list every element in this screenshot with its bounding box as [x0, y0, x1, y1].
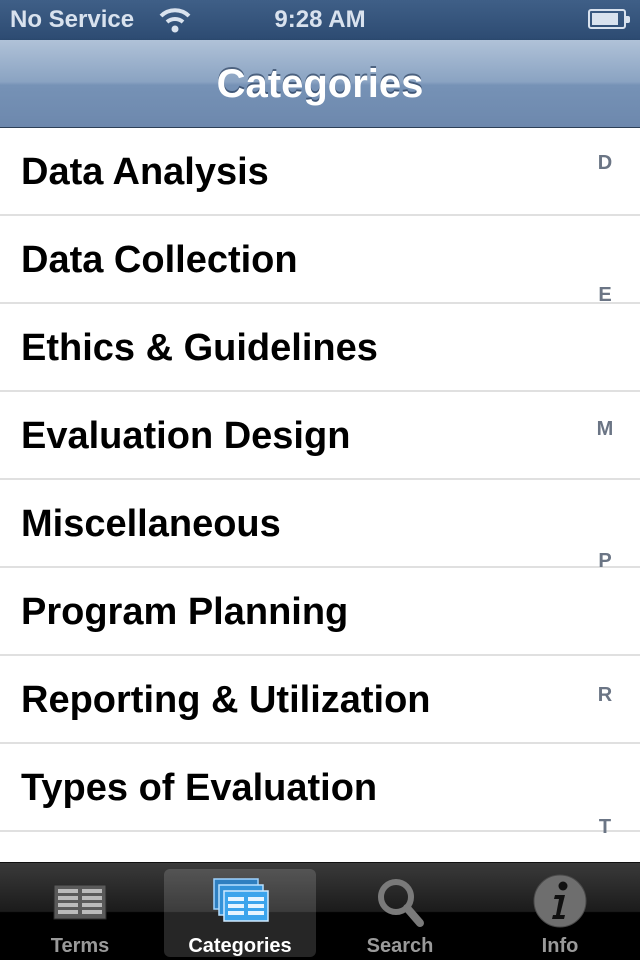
index-letter-m[interactable]: M	[590, 418, 620, 441]
list-item[interactable]: Ethics & Guidelines	[0, 304, 640, 392]
list-item-label: Evaluation Design	[21, 415, 351, 457]
list-item[interactable]: Miscellaneous	[0, 480, 640, 568]
list-item-label: Ethics & Guidelines	[21, 327, 378, 369]
list-item[interactable]: Reporting & Utilization	[0, 656, 640, 744]
info-icon	[533, 874, 587, 928]
index-letter-d[interactable]: D	[590, 152, 620, 175]
list-item-label: Types of Evaluation	[21, 767, 378, 809]
index-letter-r[interactable]: R	[590, 684, 620, 707]
list-item-label: Data Collection	[21, 239, 298, 281]
categories-icon	[213, 878, 269, 922]
tab-label: Search	[366, 935, 434, 957]
status-time: 9:28 AM	[274, 6, 366, 33]
index-letter-t[interactable]: T	[590, 816, 620, 839]
status-bar: No Service 9:28 AM	[0, 0, 640, 40]
navigation-bar: Categories	[0, 40, 640, 128]
categories-list[interactable]: Data Analysis Data Collection Ethics & G…	[0, 128, 640, 862]
list-item-label: Program Planning	[21, 591, 349, 633]
tab-bar: Terms Categories Search Info	[0, 862, 640, 960]
tab-terms[interactable]: Terms	[4, 869, 156, 957]
list-item[interactable]: Data Analysis	[0, 128, 640, 216]
tab-label: Categories	[188, 935, 292, 957]
list-item-label: Data Analysis	[21, 151, 269, 193]
page-title: Categories	[216, 62, 424, 106]
battery-icon	[588, 9, 630, 29]
search-icon	[378, 879, 424, 927]
tab-label: Info	[541, 935, 579, 957]
list-item[interactable]: Program Planning	[0, 568, 640, 656]
index-letter-p[interactable]: P	[590, 550, 620, 573]
list-item-label: Reporting & Utilization	[21, 679, 431, 721]
list-icon	[53, 884, 107, 920]
index-letter-e[interactable]: E	[590, 284, 620, 307]
list-item-label: Miscellaneous	[21, 503, 281, 545]
battery-level	[592, 13, 618, 25]
tab-label: Terms	[50, 935, 110, 957]
list-item[interactable]: Evaluation Design	[0, 392, 640, 480]
list-item[interactable]: Data Collection	[0, 216, 640, 304]
tab-categories[interactable]: Categories	[164, 869, 316, 957]
list-item[interactable]: Types of Evaluation	[0, 744, 640, 832]
tab-info[interactable]: Info	[484, 869, 636, 957]
tab-search[interactable]: Search	[324, 869, 476, 957]
